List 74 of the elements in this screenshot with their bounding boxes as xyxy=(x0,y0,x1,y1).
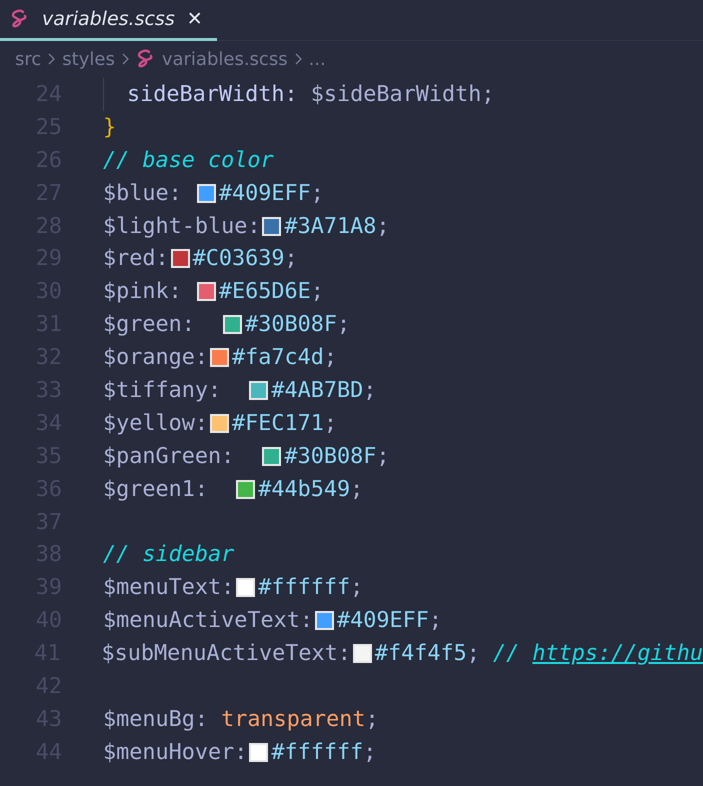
code-variable: $menuActiveText: xyxy=(103,608,313,634)
code-comment: // sidebar xyxy=(103,542,234,568)
code-hex-value: #30B08F xyxy=(284,444,376,469)
color-swatch[interactable] xyxy=(314,611,334,630)
code-punctuation: ; xyxy=(365,706,379,732)
code-hex-value: #f4f4f5 xyxy=(374,641,467,666)
code-hex-value: #3A71A8 xyxy=(284,214,376,238)
code-punctuation: ; xyxy=(310,180,324,206)
code-hex-value: #409EFF xyxy=(218,180,311,206)
code-variable: $pink: xyxy=(103,279,183,304)
code-variable: $blue: xyxy=(103,180,183,206)
chevron-icon xyxy=(120,52,130,66)
code-variable: $green1: xyxy=(103,476,209,502)
code-punctuation: ; xyxy=(336,312,350,338)
code-variable: $tiffany: xyxy=(103,378,222,403)
code-hex-value: #4AB7BD xyxy=(271,378,364,403)
code-hex-value: #FEC171 xyxy=(232,410,324,436)
color-swatch[interactable] xyxy=(236,480,256,499)
code-punctuation: ; xyxy=(350,575,364,600)
code-punctuation: ; xyxy=(363,378,376,403)
code-comment: // base color xyxy=(103,148,274,173)
code-variable: $menuHover: xyxy=(103,740,248,765)
code-property: sideBarWidth: xyxy=(127,82,299,107)
code-variable: $red: xyxy=(103,246,169,272)
color-swatch[interactable] xyxy=(262,216,282,236)
code-punctuation: ; xyxy=(284,246,298,272)
color-swatch[interactable] xyxy=(196,184,216,203)
code-punctuation: ; xyxy=(324,410,337,436)
color-swatch[interactable] xyxy=(249,742,268,762)
color-swatch[interactable] xyxy=(262,446,282,466)
code-punctuation: ; xyxy=(376,444,390,469)
code-punctuation: ; xyxy=(363,740,376,765)
code-brace: } xyxy=(103,114,116,140)
code-hex-value: #409EFF xyxy=(336,608,429,634)
code-variable: $menuText: xyxy=(103,575,234,600)
code-hex-value: #E65D6E xyxy=(218,279,311,304)
code-variable: $sideBarWidth xyxy=(310,82,482,107)
code-variable: $menuBg: xyxy=(103,706,209,732)
code-variable: $panGreen: xyxy=(103,444,236,469)
code-punctuation: ; xyxy=(376,214,390,238)
code-punctuation: ; xyxy=(481,82,494,107)
breadcrumb-item[interactable]: src xyxy=(15,48,42,70)
code-link[interactable]: https://githu xyxy=(532,641,703,666)
color-swatch[interactable] xyxy=(210,414,229,433)
color-swatch[interactable] xyxy=(196,282,216,302)
code-variable: $green: xyxy=(103,312,196,338)
code-punctuation: ; xyxy=(324,345,337,370)
code-hex-value: #C03639 xyxy=(192,246,284,272)
color-swatch[interactable] xyxy=(352,644,372,664)
code-hex-value: #30B08F xyxy=(245,312,337,338)
code-hex-value: #fa7c4d xyxy=(232,345,324,370)
color-swatch[interactable] xyxy=(170,249,190,268)
color-swatch[interactable] xyxy=(210,348,229,368)
code-hex-value: #ffffff xyxy=(258,575,350,600)
color-swatch[interactable] xyxy=(249,380,268,400)
chevron-icon xyxy=(47,52,56,66)
color-swatch[interactable] xyxy=(236,578,256,598)
code-variable: $subMenuActiveText: xyxy=(102,641,351,666)
breadcrumb-item[interactable]: variables.scss xyxy=(162,48,288,70)
code-punctuation: ; xyxy=(466,641,481,666)
code-punctuation: ; xyxy=(310,279,324,304)
code-hex-value: #44b549 xyxy=(258,476,350,502)
code-variable: $yellow: xyxy=(103,410,208,436)
breadcrumb-more[interactable]: ... xyxy=(308,48,326,70)
code-punctuation: ; xyxy=(350,476,364,502)
breadcrumb-item[interactable]: styles xyxy=(62,48,115,70)
code-keyword: transparent xyxy=(221,706,366,732)
color-swatch[interactable] xyxy=(223,315,242,334)
code-comment: // xyxy=(493,641,520,666)
chevron-icon xyxy=(294,52,303,66)
code-variable: $orange: xyxy=(103,345,208,370)
code-variable: $light-blue: xyxy=(103,214,260,238)
code-punctuation: ; xyxy=(428,608,442,634)
code-hex-value: #ffffff xyxy=(271,740,364,765)
